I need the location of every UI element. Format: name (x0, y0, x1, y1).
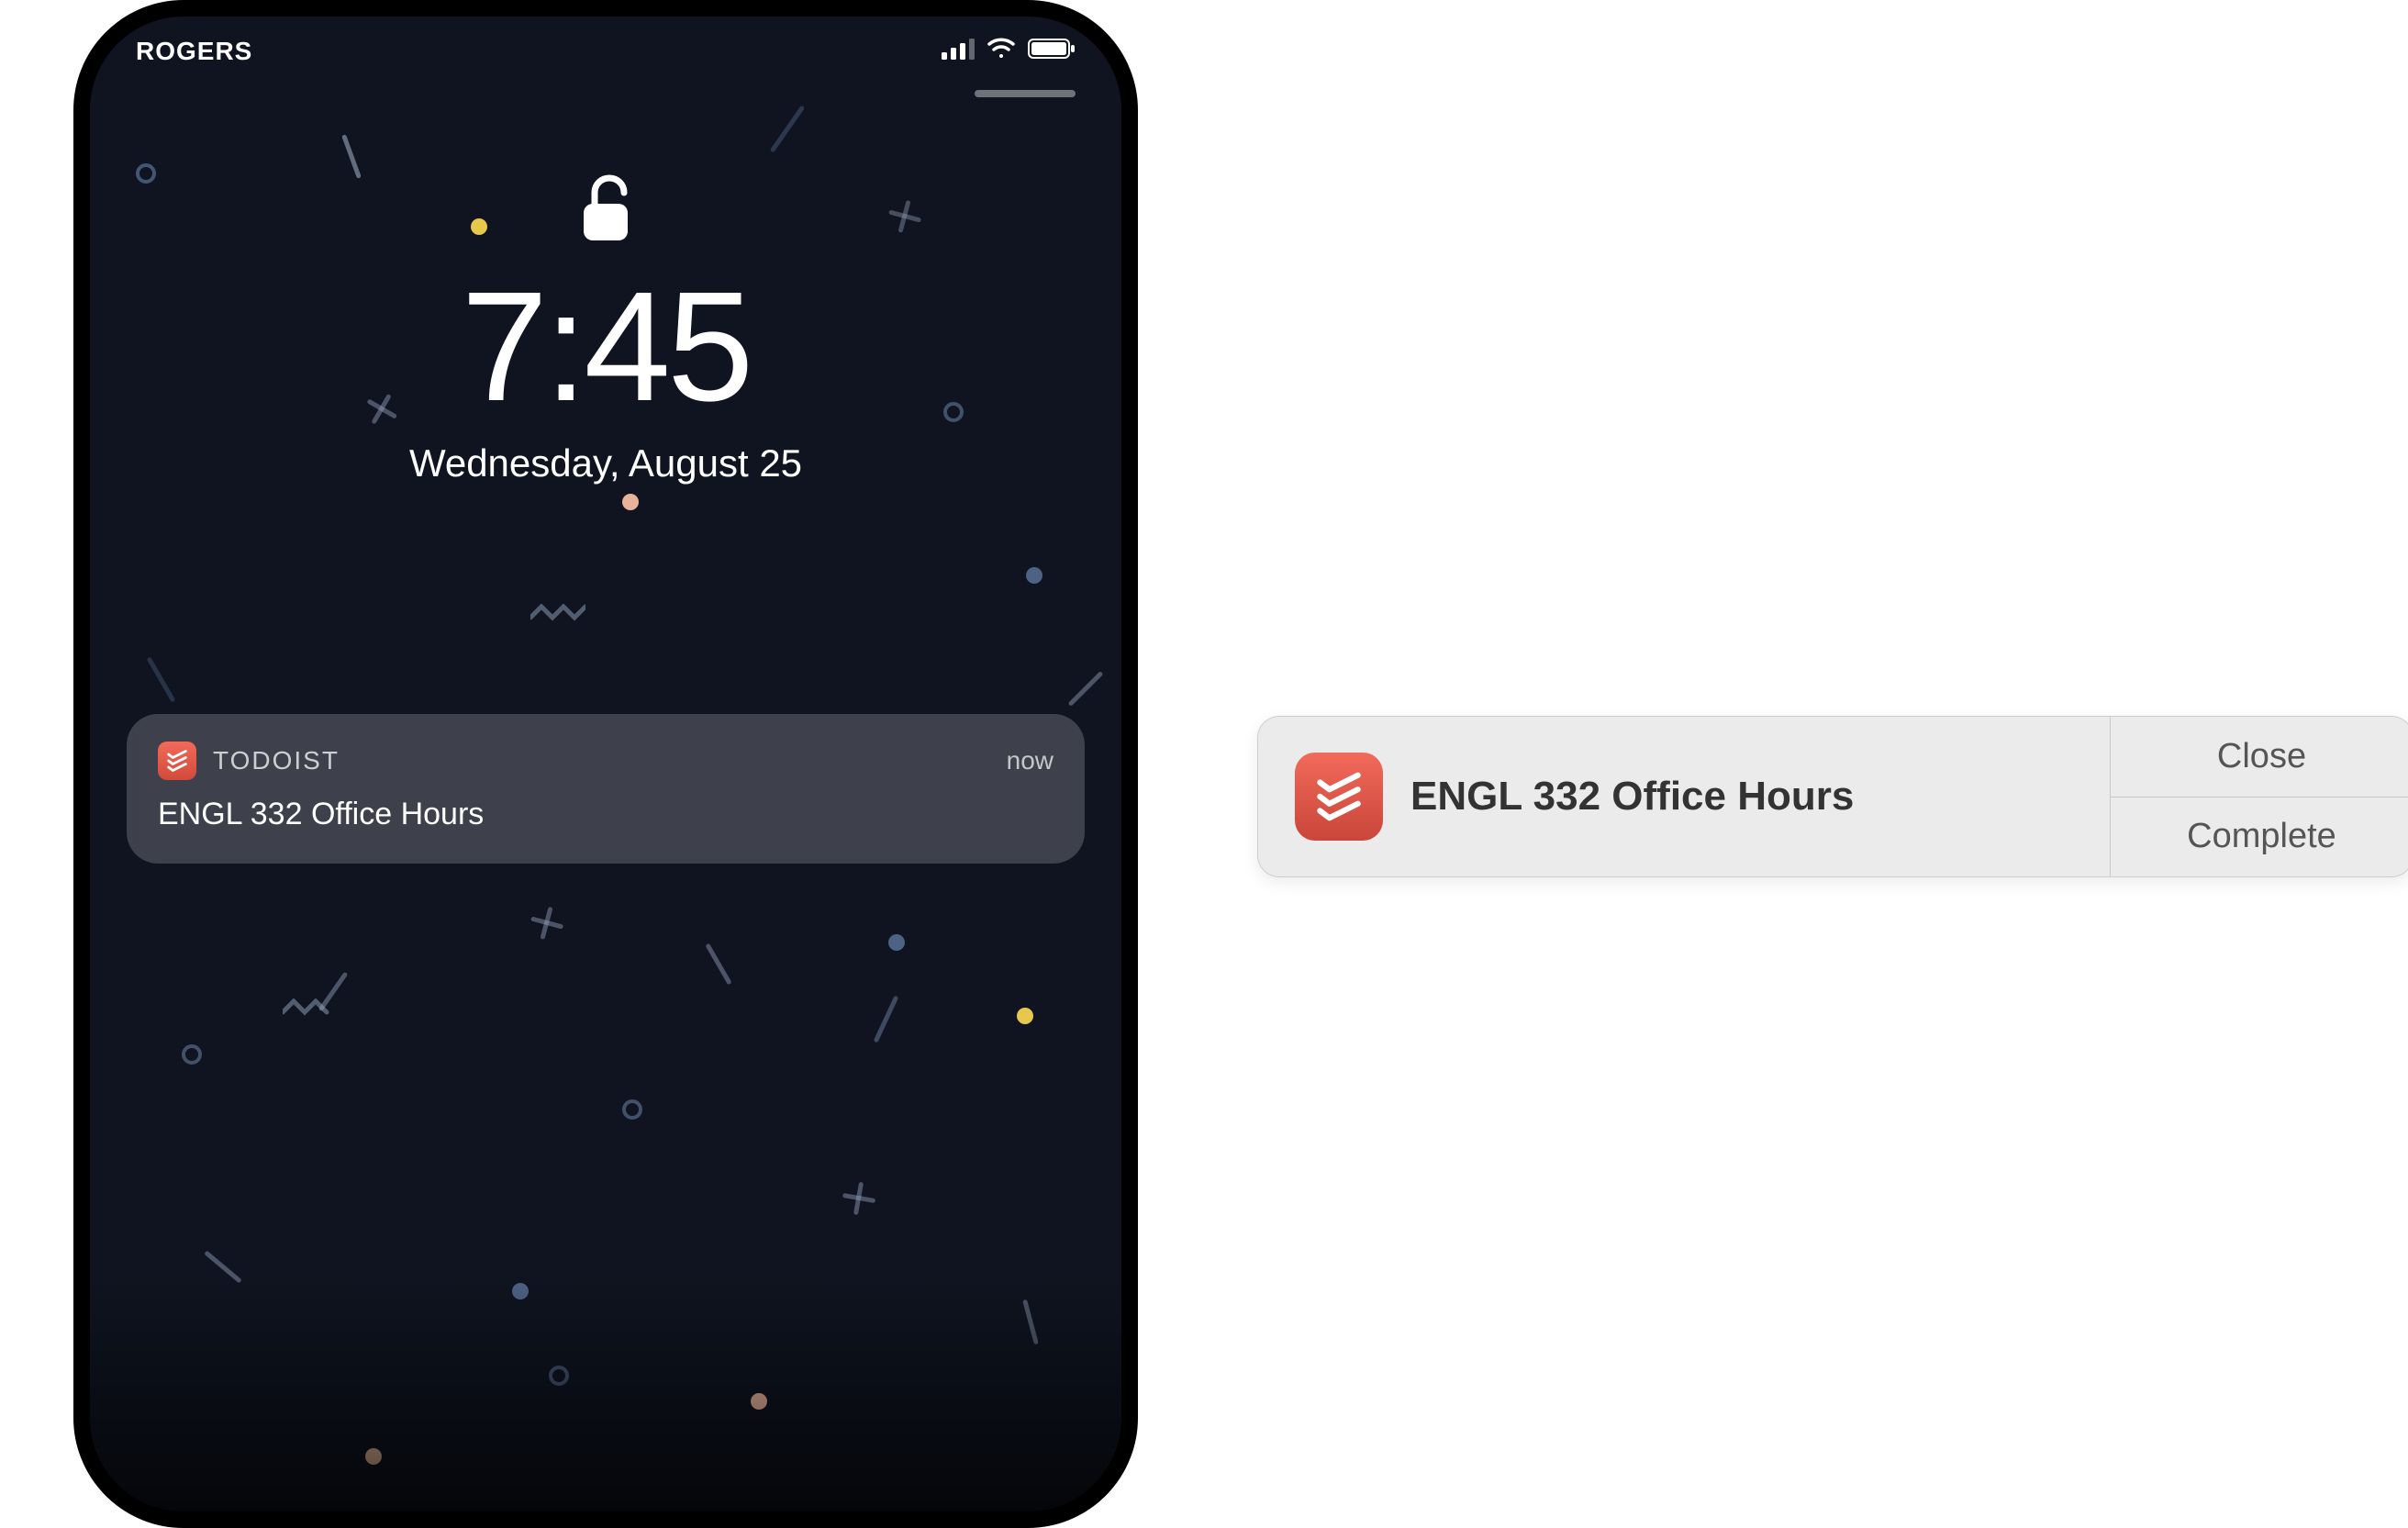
wifi-icon (986, 37, 1017, 66)
lock-screen-time: 7:45 (462, 269, 751, 425)
status-bar: ROGERS (90, 37, 1121, 66)
phone-frame: ROGERS (73, 0, 1138, 1528)
ios-notification-header: TODOIST now (158, 742, 1054, 780)
notification-timestamp: now (1007, 746, 1054, 775)
mac-notification-actions: Close Complete (2110, 717, 2408, 876)
unlocked-icon (578, 173, 633, 251)
lock-screen-center: 7:45 Wednesday, August 25 (90, 173, 1121, 485)
cellular-signal-icon (942, 37, 975, 66)
todoist-app-icon (158, 742, 196, 780)
ios-notification-card[interactable]: TODOIST now ENGL 332 Office Hours (127, 714, 1085, 864)
status-bar-right (942, 37, 1076, 66)
swipe-down-hint[interactable] (975, 90, 1076, 97)
close-button[interactable]: Close (2111, 717, 2408, 797)
phone-screen: ROGERS (90, 17, 1121, 1511)
notification-app-name: TODOIST (213, 746, 340, 775)
mac-notification-title: ENGL 332 Office Hours (1410, 774, 1854, 820)
mac-notification-card: ENGL 332 Office Hours Close Complete (1257, 716, 2408, 877)
lock-screen-date: Wednesday, August 25 (409, 441, 802, 485)
mac-notification-content[interactable]: ENGL 332 Office Hours (1258, 717, 2110, 876)
complete-button[interactable]: Complete (2111, 797, 2408, 877)
notification-title: ENGL 332 Office Hours (158, 797, 1054, 832)
carrier-label: ROGERS (136, 37, 252, 66)
todoist-app-icon (1295, 753, 1383, 841)
battery-icon (1028, 37, 1076, 66)
